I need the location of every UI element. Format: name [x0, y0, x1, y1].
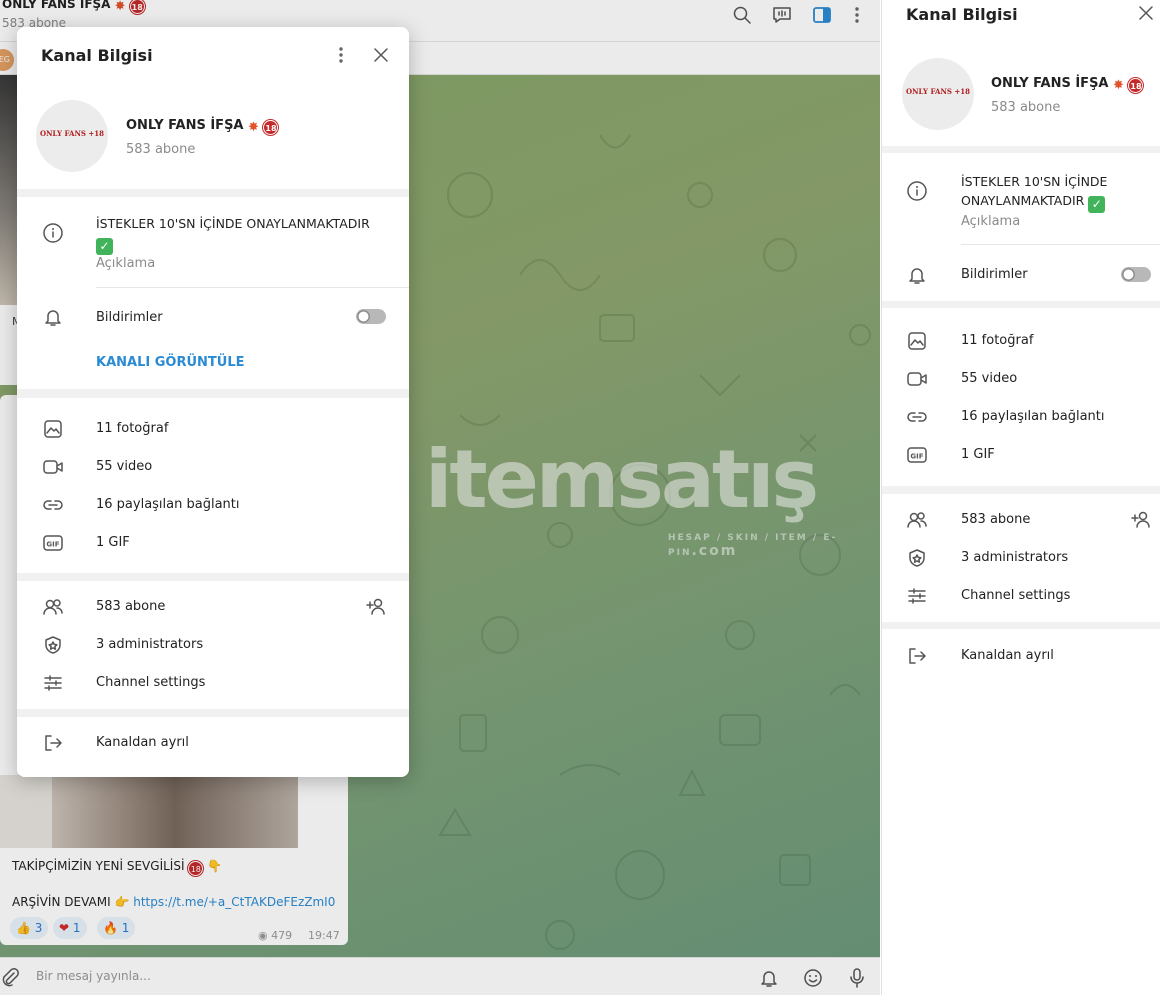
notifications-label: Bildirimler: [961, 267, 1028, 282]
modal-item-gifs[interactable]: GIF 1 GIF: [17, 524, 409, 562]
users-icon: [906, 510, 928, 530]
logout-icon: [906, 646, 928, 666]
channel-description: İSTEKLER 10'SN İÇİNDE ONAYLANMAKTADIR ✓: [961, 174, 1108, 213]
modal-item-leave[interactable]: Kanaldan ayrıl: [17, 724, 409, 762]
modal-leave-section: Kanaldan ayrıl: [17, 717, 409, 777]
sidebar-leave-section: Kanaldan ayrıl: [882, 629, 1160, 995]
adult-18-emoji: 18: [1128, 78, 1144, 93]
sidebar-title: Kanal Bilgisi: [906, 5, 1018, 24]
channel-subscribers: 583 abone: [126, 142, 196, 157]
divider: [96, 287, 409, 288]
add-user-icon[interactable]: [1130, 510, 1152, 530]
sliders-icon: [42, 673, 64, 693]
notifications-toggle[interactable]: [1121, 267, 1151, 282]
sidebar-item-gifs[interactable]: GIF 1 GIF: [882, 436, 1160, 474]
bell-icon: [42, 306, 64, 328]
channel-info-sidebar: Kanal Bilgisi ONLY FANS +18 ONLY FANS İF…: [881, 0, 1160, 995]
channel-subscribers: 583 abone: [991, 100, 1061, 115]
check-mark-emoji: ✓: [96, 238, 113, 255]
add-user-icon[interactable]: [365, 597, 387, 617]
notifications-toggle[interactable]: [356, 309, 386, 324]
modal-title: Kanal Bilgisi: [41, 46, 153, 65]
link-icon: [42, 495, 64, 515]
modal-header-section: Kanal Bilgisi ONLY FANS +18 ONLY FANS İF…: [17, 27, 409, 189]
sidebar-item-photos[interactable]: 11 fotoğraf: [882, 322, 1160, 360]
check-mark-emoji: ✓: [1088, 196, 1106, 213]
collision-emoji: ✸: [1113, 78, 1124, 93]
close-icon[interactable]: [1138, 5, 1154, 21]
admin-shield-icon: [906, 548, 928, 568]
sidebar-item-leave[interactable]: Kanaldan ayrıl: [882, 637, 1160, 675]
svg-text:GIF: GIF: [46, 541, 59, 549]
sidebar-info-section: İSTEKLER 10'SN İÇİNDE ONAYLANMAKTADIR ✓ A…: [882, 153, 1160, 301]
sidebar-item-admins[interactable]: 3 administrators: [882, 539, 1160, 577]
photo-icon: [906, 331, 928, 351]
channel-name: ONLY FANS İFŞA ✸ 18: [991, 76, 1144, 93]
sidebar-item-links[interactable]: 16 paylaşılan bağlantı: [882, 398, 1160, 436]
more-vertical-icon[interactable]: [330, 44, 352, 66]
modal-item-admins[interactable]: 3 administrators: [17, 626, 409, 664]
sidebar-members-section: 583 abone 3 administrators Channel setti…: [882, 494, 1160, 622]
sliders-icon: [906, 586, 928, 606]
info-icon: [42, 222, 64, 244]
info-icon: [906, 180, 928, 202]
channel-avatar[interactable]: ONLY FANS +18: [36, 100, 108, 172]
notifications-label: Bildirimler: [96, 310, 163, 325]
modal-item-subscribers[interactable]: 583 abone: [17, 588, 409, 626]
svg-text:GIF: GIF: [910, 453, 923, 461]
gif-icon: GIF: [906, 445, 928, 465]
channel-name: ONLY FANS İFŞA ✸ 18: [126, 118, 279, 135]
modal-item-links[interactable]: 16 paylaşılan bağlantı: [17, 486, 409, 524]
view-channel-button[interactable]: KANALI GÖRÜNTÜLE: [96, 355, 244, 370]
modal-item-videos[interactable]: 55 video: [17, 448, 409, 486]
bell-icon: [906, 264, 928, 286]
description-label: Açıklama: [961, 214, 1021, 229]
gif-icon: GIF: [42, 533, 64, 553]
channel-avatar[interactable]: ONLY FANS +18: [902, 58, 974, 130]
video-icon: [906, 369, 928, 389]
modal-media-section: 11 fotoğraf 55 video 16 paylaşılan bağla…: [17, 398, 409, 573]
sidebar-item-settings[interactable]: Channel settings: [882, 577, 1160, 615]
channel-info-modal: Kanal Bilgisi ONLY FANS +18 ONLY FANS İF…: [17, 27, 409, 777]
link-icon: [906, 407, 928, 427]
description-label: Açıklama: [96, 256, 156, 271]
photo-icon: [42, 419, 64, 439]
logout-icon: [42, 733, 64, 753]
video-icon: [42, 457, 64, 477]
sidebar-item-videos[interactable]: 55 video: [882, 360, 1160, 398]
adult-18-emoji: 18: [263, 120, 279, 135]
divider: [961, 244, 1160, 245]
channel-description: İSTEKLER 10'SN İÇİNDE ONAYLANMAKTADIR ✓: [96, 216, 370, 255]
sidebar-item-subscribers[interactable]: 583 abone: [882, 501, 1160, 539]
close-icon[interactable]: [373, 47, 389, 63]
admin-shield-icon: [42, 635, 64, 655]
modal-item-settings[interactable]: Channel settings: [17, 664, 409, 702]
users-icon: [42, 597, 64, 617]
sidebar-media-section: 11 fotoğraf 55 video 16 paylaşılan bağla…: [882, 308, 1160, 486]
modal-info-section: İSTEKLER 10'SN İÇİNDE ONAYLANMAKTADIR ✓ A…: [17, 197, 409, 389]
sidebar-header-section: Kanal Bilgisi ONLY FANS +18 ONLY FANS İF…: [882, 0, 1160, 146]
collision-emoji: ✸: [248, 120, 259, 135]
modal-item-photos[interactable]: 11 fotoğraf: [17, 410, 409, 448]
modal-members-section: 583 abone 3 administrators Channel setti…: [17, 581, 409, 709]
